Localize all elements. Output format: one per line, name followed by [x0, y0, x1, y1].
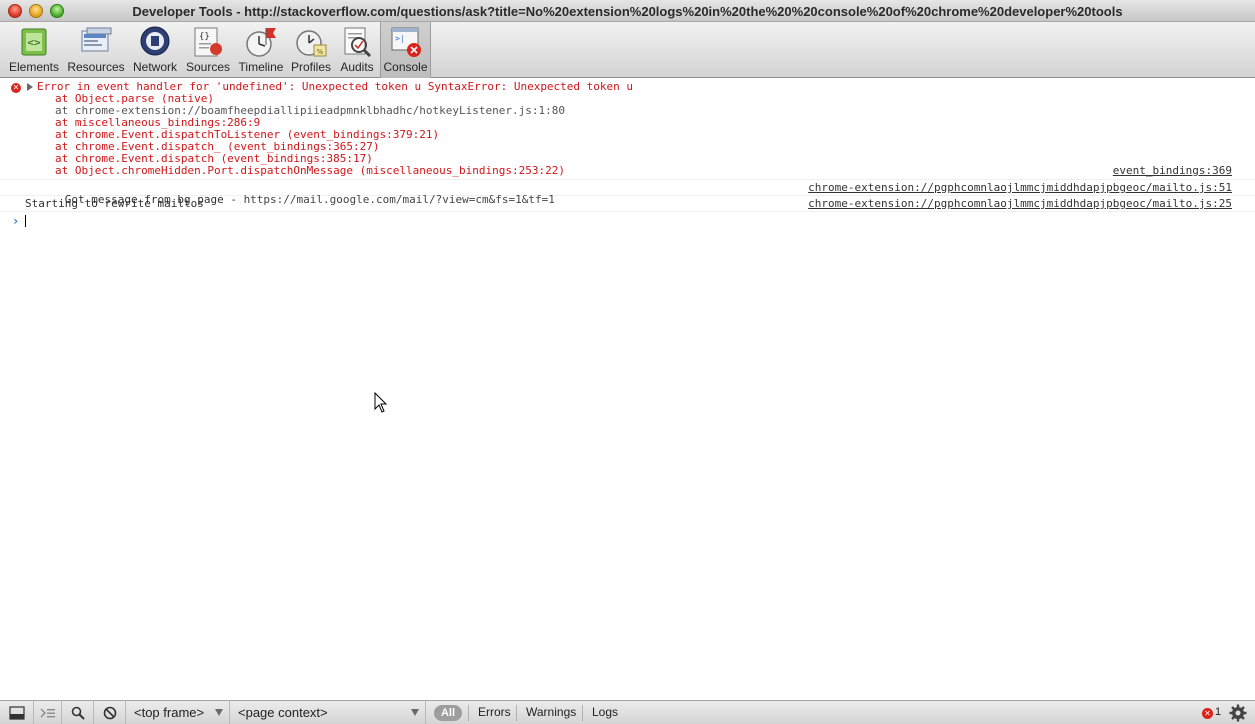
devtools-statusbar: <top frame> <page context> All Errors Wa… — [0, 700, 1255, 724]
tab-resources[interactable]: Resources — [66, 22, 126, 78]
tab-label: Timeline — [238, 60, 284, 74]
filter-warnings-button[interactable]: Warnings — [526, 701, 576, 724]
window-title: Developer Tools - http://stackoverflow.c… — [132, 4, 1123, 19]
clear-icon — [103, 706, 116, 719]
search-icon — [71, 706, 85, 720]
divider — [516, 705, 517, 721]
tab-network[interactable]: Network — [131, 22, 179, 78]
console-prompt[interactable]: › — [0, 212, 1255, 230]
svg-text:<>: <> — [27, 36, 41, 49]
tab-label: Audits — [340, 60, 374, 74]
console-error-message[interactable]: ✕ Error in event handler for 'undefined'… — [0, 79, 1255, 180]
tab-timeline[interactable]: Timeline — [236, 22, 286, 78]
profiles-icon: % — [296, 30, 327, 57]
stack-frame: at Object.chromeHidden.Port.dispatchOnMe… — [55, 164, 565, 177]
sources-icon: {} — [194, 27, 222, 57]
filter-errors-button[interactable]: Errors — [478, 701, 511, 724]
frame-select-value: <top frame> — [134, 705, 205, 720]
log-source-link[interactable]: chrome-extension://pgphcomnlaojlmmcjmidd… — [808, 182, 1232, 194]
log-source-link[interactable]: chrome-extension://pgphcomnlaojlmmcjmidd… — [808, 198, 1232, 210]
mouse-pointer-icon — [374, 392, 388, 413]
timeline-icon — [246, 28, 276, 57]
text-caret — [25, 215, 26, 227]
context-select[interactable]: <page context> — [230, 701, 426, 724]
error-icon: ✕ — [11, 83, 21, 93]
console-drawer-icon — [40, 708, 55, 717]
tab-audits[interactable]: Audits — [338, 22, 376, 78]
tab-label: Console — [383, 60, 428, 74]
dock-icon — [8, 705, 25, 720]
svg-text:>|: >| — [395, 34, 405, 43]
tab-label: Profiles — [290, 60, 331, 74]
clear-console-button[interactable] — [94, 701, 126, 724]
tab-profiles[interactable]: % Profiles — [289, 22, 333, 78]
console-log-message[interactable]: Got message from bg page - https://mail.… — [0, 180, 1255, 206]
tab-label: Elements — [8, 60, 60, 74]
elements-icon: <> — [21, 28, 47, 56]
devtools-toolbar: <> Elements Resources Network {} Sources… — [0, 22, 1255, 78]
expand-triangle-icon[interactable] — [27, 83, 33, 91]
svg-text:%: % — [317, 48, 324, 56]
tab-label: Resources — [67, 60, 125, 74]
console-log-message[interactable]: Starting to rewrite mailtos chrome-exten… — [0, 196, 1255, 212]
tab-label: Network — [132, 60, 177, 74]
filter-all-button[interactable]: All — [434, 705, 462, 721]
svg-text:{}: {} — [199, 32, 210, 42]
tab-elements[interactable]: <> Elements — [8, 22, 60, 78]
error-source-link[interactable]: event_bindings:369 — [1113, 165, 1232, 177]
window-titlebar: Developer Tools - http://stackoverflow.c… — [0, 0, 1255, 22]
audits-icon — [344, 27, 372, 58]
show-console-drawer-button[interactable] — [34, 701, 62, 724]
divider — [582, 705, 583, 721]
chevron-down-icon — [215, 709, 223, 716]
resources-icon — [81, 27, 112, 52]
error-count-icon[interactable]: ✕ — [1202, 708, 1213, 719]
inspect-search-button[interactable] — [62, 701, 94, 724]
gear-icon[interactable] — [1229, 704, 1247, 722]
dock-toggle-button[interactable] — [0, 701, 34, 724]
tab-sources[interactable]: {} Sources — [184, 22, 232, 78]
divider — [468, 705, 469, 721]
error-count[interactable]: 1 — [1215, 706, 1221, 718]
console-panel[interactable]: ✕ Error in event handler for 'undefined'… — [0, 79, 1255, 700]
context-select-value: <page context> — [238, 705, 328, 720]
tab-label: Sources — [185, 60, 231, 74]
prompt-chevron-icon: › — [12, 214, 20, 228]
console-icon: >| — [391, 27, 421, 57]
tab-console[interactable]: >| Console — [380, 22, 431, 78]
filter-logs-button[interactable]: Logs — [592, 701, 618, 724]
frame-select[interactable]: <top frame> — [126, 701, 230, 724]
chevron-down-icon — [411, 709, 419, 716]
log-text: Starting to rewrite mailtos — [25, 197, 204, 210]
network-icon — [140, 26, 170, 56]
